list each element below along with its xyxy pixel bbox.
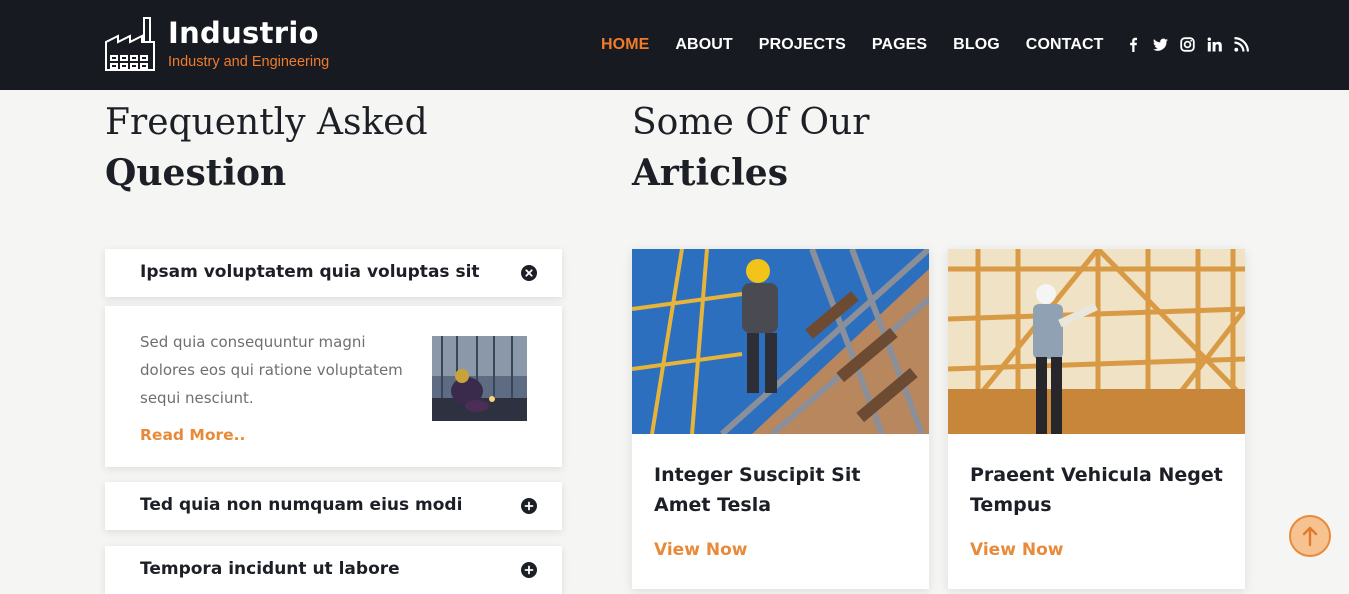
nav-item-about[interactable]: ABOUT	[675, 35, 732, 55]
faq-heading-line1: Frequently Asked	[105, 102, 428, 143]
scaffolding-worker-image	[632, 249, 929, 434]
instagram-icon[interactable]	[1180, 37, 1195, 52]
brand-name: Industrio	[168, 16, 319, 50]
faq-item[interactable]: Tempora incidunt ut labore	[105, 546, 562, 594]
factory-icon	[105, 17, 155, 71]
faq-answer: Sed quia consequuntur magni dolores eos …	[140, 333, 403, 407]
faq-answer-panel: Sed quia consequuntur magni dolores eos …	[105, 306, 562, 467]
linkedin-icon[interactable]	[1207, 37, 1222, 52]
nav-item-projects[interactable]: PROJECTS	[759, 35, 846, 55]
read-more-link[interactable]: Read More..	[140, 426, 245, 444]
articles-heading-line2: Articles	[632, 152, 788, 194]
wood-framing-worker-image	[948, 249, 1245, 434]
articles-heading-line1: Some Of Our	[632, 102, 870, 143]
social-links	[1126, 37, 1249, 52]
faq-question: Ipsam voluptatem quia voluptas sit	[140, 262, 480, 282]
article-card[interactable]: Integer Suscipit Sit Amet Tesla View Now	[632, 249, 929, 589]
plus-circle-icon[interactable]	[521, 498, 537, 514]
articles-heading: Some Of Our Articles	[632, 98, 869, 198]
arrow-up-icon	[1302, 526, 1318, 547]
faq-heading: Frequently Asked Question	[105, 98, 428, 198]
article-title[interactable]: Integer Suscipit Sit Amet Tesla	[654, 460, 914, 520]
brand-logo[interactable]: Industrio Industry and Engineering	[104, 16, 329, 72]
faq-item[interactable]: Ipsam voluptatem quia voluptas sit	[105, 249, 562, 297]
rss-icon[interactable]	[1234, 37, 1249, 52]
facebook-icon[interactable]	[1126, 37, 1141, 52]
nav-item-contact[interactable]: CONTACT	[1026, 35, 1104, 55]
faq-question: Ted quia non numquam eius modi	[140, 495, 463, 515]
faq-question: Tempora incidunt ut labore	[140, 559, 400, 579]
article-card[interactable]: Praeent Vehicula Neget Tempus View Now	[948, 249, 1245, 589]
nav-item-blog[interactable]: BLOG	[953, 35, 1000, 55]
nav-item-pages[interactable]: PAGES	[872, 35, 927, 55]
welder-image	[432, 336, 527, 421]
view-now-link[interactable]: View Now	[970, 540, 1063, 560]
nav-item-home[interactable]: HOME	[601, 35, 649, 55]
site-header: Industrio Industry and Engineering HOME …	[0, 0, 1349, 90]
twitter-icon[interactable]	[1153, 37, 1168, 52]
close-circle-icon[interactable]	[521, 265, 537, 281]
article-title[interactable]: Praeent Vehicula Neget Tempus	[970, 460, 1230, 520]
view-now-link[interactable]: View Now	[654, 540, 747, 560]
scroll-to-top-button[interactable]	[1289, 515, 1331, 557]
faq-item[interactable]: Ted quia non numquam eius modi	[105, 482, 562, 530]
faq-heading-line2: Question	[105, 152, 287, 194]
brand-tagline: Industry and Engineering	[168, 54, 330, 70]
main-nav: HOME ABOUT PROJECTS PAGES BLOG CONTACT	[601, 35, 1130, 55]
